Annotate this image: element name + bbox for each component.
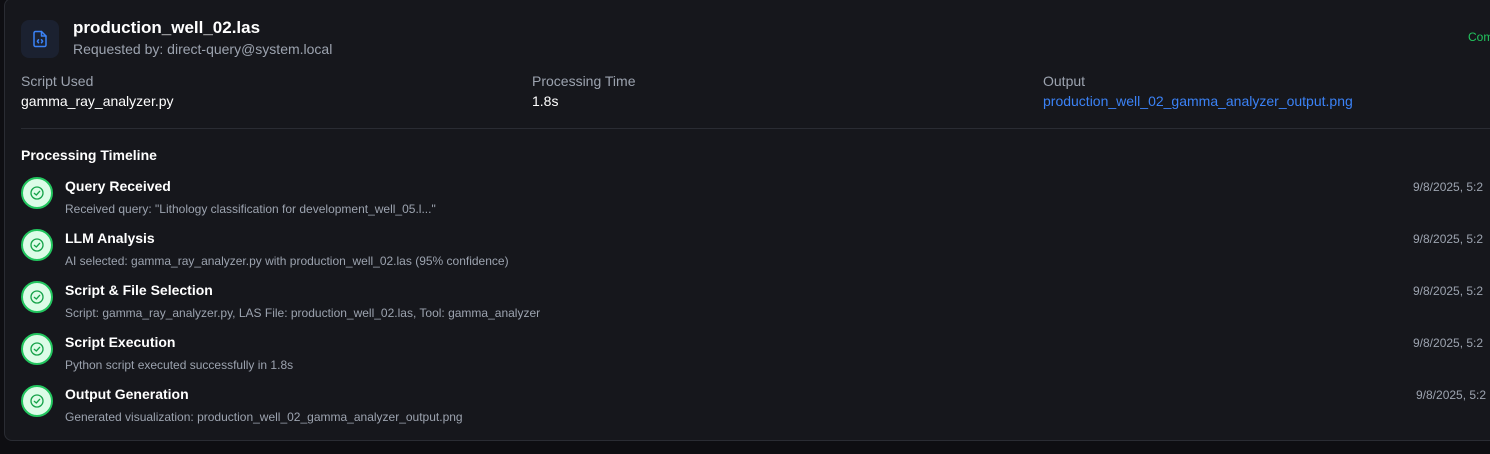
step-title: Script Execution <box>65 334 176 350</box>
check-circle-icon <box>21 385 53 417</box>
step-description: Received query: "Lithology classificatio… <box>65 202 436 216</box>
processing-time-label: Processing Time <box>532 73 636 89</box>
check-circle-icon <box>21 177 53 209</box>
step-timestamp: 9/8/2025, 5:2 <box>1413 180 1484 194</box>
step-description: Python script executed successfully in 1… <box>65 358 294 372</box>
step-title: LLM Analysis <box>65 230 155 246</box>
timeline-heading: Processing Timeline <box>21 147 157 163</box>
check-circle-icon <box>21 333 53 365</box>
file-icon-container <box>21 20 59 58</box>
script-used-value: gamma_ray_analyzer.py <box>21 93 174 109</box>
timeline-step-llm-analysis: LLM Analysis AI selected: gamma_ray_anal… <box>0 229 1490 281</box>
step-description: AI selected: gamma_ray_analyzer.py with … <box>65 254 509 268</box>
step-timestamp: 9/8/2025, 5:2 <box>1416 388 1487 402</box>
step-description: Generated visualization: production_well… <box>65 410 463 424</box>
check-circle-icon <box>21 281 53 313</box>
processing-time-value: 1.8s <box>532 93 559 109</box>
step-title: Output Generation <box>65 386 189 402</box>
step-title: Query Received <box>65 178 171 194</box>
check-circle-icon <box>21 229 53 261</box>
step-timestamp: 9/8/2025, 5:2 <box>1413 336 1484 350</box>
file-code-icon <box>33 30 47 48</box>
step-timestamp: 9/8/2025, 5:2 <box>1413 232 1484 246</box>
timeline-step-query-received: Query Received Received query: "Litholog… <box>0 177 1490 229</box>
timeline-step-script-execution: Script Execution Python script executed … <box>0 333 1490 385</box>
output-label: Output <box>1043 73 1086 89</box>
requested-by: Requested by: direct-query@system.local <box>73 41 333 57</box>
script-used-label: Script Used <box>21 73 94 89</box>
timeline-step-script-file-selection: Script & File Selection Script: gamma_ra… <box>0 281 1490 333</box>
file-title: production_well_02.las <box>73 18 261 37</box>
timeline-step-output-generation: Output Generation Generated visualizatio… <box>0 385 1490 437</box>
step-timestamp: 9/8/2025, 5:2 <box>1413 284 1484 298</box>
step-title: Script & File Selection <box>65 282 213 298</box>
step-description: Script: gamma_ray_analyzer.py, LAS File:… <box>65 306 541 320</box>
divider <box>21 128 1490 129</box>
output-file-link[interactable]: production_well_02_gamma_analyzer_output… <box>1043 93 1353 109</box>
status-badge: Com <box>1468 30 1490 44</box>
